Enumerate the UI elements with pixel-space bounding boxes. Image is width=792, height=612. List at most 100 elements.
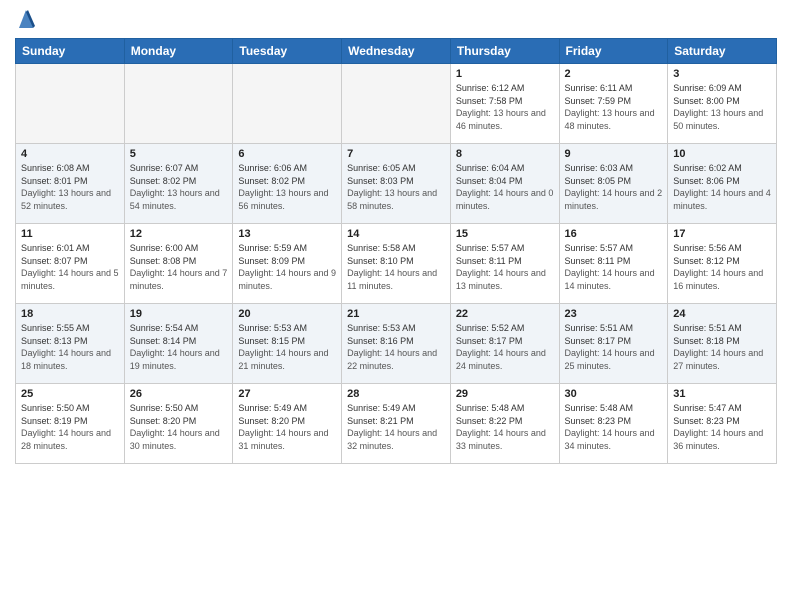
calendar-cell: 24Sunrise: 5:51 AMSunset: 8:18 PMDayligh… xyxy=(668,304,777,384)
day-info: Sunrise: 6:02 AMSunset: 8:06 PMDaylight:… xyxy=(673,162,771,212)
calendar-cell: 15Sunrise: 5:57 AMSunset: 8:11 PMDayligh… xyxy=(450,224,559,304)
day-info: Sunrise: 5:56 AMSunset: 8:12 PMDaylight:… xyxy=(673,242,771,292)
day-number: 29 xyxy=(456,388,554,400)
calendar-cell: 8 Sunrise: 6:04 AMSunset: 8:04 PMDaylight… xyxy=(450,144,559,224)
logo-icon xyxy=(17,8,35,30)
calendar-cell: 11 Sunrise: 6:01 AMSunset: 8:07 PMDayligh… xyxy=(16,224,125,304)
day-number: 18 xyxy=(21,308,119,320)
day-info: Sunrise: 5:53 AMSunset: 8:15 PMDaylight:… xyxy=(238,322,336,372)
calendar-cell: 16 Sunrise: 5:57 AMSunset: 8:11 PMDayligh… xyxy=(559,224,668,304)
day-number: 17 xyxy=(673,228,771,240)
day-number: 7 xyxy=(347,148,445,160)
day-info: Sunrise: 6:03 AMSunset: 8:05 PMDaylight:… xyxy=(565,162,663,212)
day-number: 13 xyxy=(238,228,336,240)
day-info: Sunrise: 5:57 AMSunset: 8:11 PMDaylight:… xyxy=(565,242,663,292)
day-info: Sunrise: 5:47 AMSunset: 8:23 PMDaylight:… xyxy=(673,402,771,452)
calendar-cell: 23 Sunrise: 5:51 AMSunset: 8:17 PMDayligh… xyxy=(559,304,668,384)
calendar-week-4: 18 Sunrise: 5:55 AMSunset: 8:13 PMDayligh… xyxy=(16,304,777,384)
calendar-cell: 14 Sunrise: 5:58 AMSunset: 8:10 PMDayligh… xyxy=(342,224,451,304)
day-number: 11 xyxy=(21,228,119,240)
calendar-cell: 30Sunrise: 5:48 AMSunset: 8:23 PMDayligh… xyxy=(559,384,668,464)
day-number: 6 xyxy=(238,148,336,160)
weekday-header-thursday: Thursday xyxy=(450,39,559,64)
day-number: 31 xyxy=(673,388,771,400)
weekday-header-monday: Monday xyxy=(124,39,233,64)
day-number: 20 xyxy=(238,308,336,320)
calendar-cell xyxy=(124,64,233,144)
calendar-cell: 12Sunrise: 6:00 AMSunset: 8:08 PMDayligh… xyxy=(124,224,233,304)
calendar-cell: 13 Sunrise: 5:59 AMSunset: 8:09 PMDayligh… xyxy=(233,224,342,304)
day-number: 3 xyxy=(673,68,771,80)
day-info: Sunrise: 5:58 AMSunset: 8:10 PMDaylight:… xyxy=(347,242,445,292)
day-info: Sunrise: 6:08 AMSunset: 8:01 PMDaylight:… xyxy=(21,162,119,212)
calendar-week-1: 1 Sunrise: 6:12 AMSunset: 7:58 PMDaylight… xyxy=(16,64,777,144)
day-number: 26 xyxy=(130,388,228,400)
page: SundayMondayTuesdayWednesdayThursdayFrid… xyxy=(0,0,792,612)
day-info: Sunrise: 5:57 AMSunset: 8:11 PMDaylight:… xyxy=(456,242,554,292)
day-number: 19 xyxy=(130,308,228,320)
day-info: Sunrise: 5:51 AMSunset: 8:17 PMDaylight:… xyxy=(565,322,663,372)
calendar-cell: 2 Sunrise: 6:11 AMSunset: 7:59 PMDaylight… xyxy=(559,64,668,144)
weekday-header-friday: Friday xyxy=(559,39,668,64)
day-number: 12 xyxy=(130,228,228,240)
day-number: 5 xyxy=(130,148,228,160)
header xyxy=(15,10,777,30)
day-number: 23 xyxy=(565,308,663,320)
calendar-cell: 31 Sunrise: 5:47 AMSunset: 8:23 PMDayligh… xyxy=(668,384,777,464)
calendar-cell: 1 Sunrise: 6:12 AMSunset: 7:58 PMDaylight… xyxy=(450,64,559,144)
day-info: Sunrise: 5:54 AMSunset: 8:14 PMDaylight:… xyxy=(130,322,228,372)
day-number: 25 xyxy=(21,388,119,400)
day-number: 2 xyxy=(565,68,663,80)
day-number: 24 xyxy=(673,308,771,320)
day-number: 14 xyxy=(347,228,445,240)
day-number: 4 xyxy=(21,148,119,160)
day-number: 21 xyxy=(347,308,445,320)
calendar-cell: 26Sunrise: 5:50 AMSunset: 8:20 PMDayligh… xyxy=(124,384,233,464)
day-number: 28 xyxy=(347,388,445,400)
day-info: Sunrise: 6:12 AMSunset: 7:58 PMDaylight:… xyxy=(456,82,554,132)
calendar-cell: 28 Sunrise: 5:49 AMSunset: 8:21 PMDayligh… xyxy=(342,384,451,464)
day-info: Sunrise: 6:09 AMSunset: 8:00 PMDaylight:… xyxy=(673,82,771,132)
day-info: Sunrise: 5:49 AMSunset: 8:20 PMDaylight:… xyxy=(238,402,336,452)
calendar-week-5: 25 Sunrise: 5:50 AMSunset: 8:19 PMDayligh… xyxy=(16,384,777,464)
day-info: Sunrise: 6:07 AMSunset: 8:02 PMDaylight:… xyxy=(130,162,228,212)
day-info: Sunrise: 6:01 AMSunset: 8:07 PMDaylight:… xyxy=(21,242,119,292)
calendar-cell: 25 Sunrise: 5:50 AMSunset: 8:19 PMDayligh… xyxy=(16,384,125,464)
day-number: 30 xyxy=(565,388,663,400)
calendar-cell: 19 Sunrise: 5:54 AMSunset: 8:14 PMDayligh… xyxy=(124,304,233,384)
calendar-cell: 27 Sunrise: 5:49 AMSunset: 8:20 PMDayligh… xyxy=(233,384,342,464)
calendar-week-3: 11 Sunrise: 6:01 AMSunset: 8:07 PMDayligh… xyxy=(16,224,777,304)
day-info: Sunrise: 6:11 AMSunset: 7:59 PMDaylight:… xyxy=(565,82,663,132)
day-info: Sunrise: 5:50 AMSunset: 8:19 PMDaylight:… xyxy=(21,402,119,452)
weekday-header-tuesday: Tuesday xyxy=(233,39,342,64)
day-info: Sunrise: 6:05 AMSunset: 8:03 PMDaylight:… xyxy=(347,162,445,212)
calendar-cell: 7 Sunrise: 6:05 AMSunset: 8:03 PMDaylight… xyxy=(342,144,451,224)
calendar-cell xyxy=(16,64,125,144)
calendar-cell: 5 Sunrise: 6:07 AMSunset: 8:02 PMDaylight… xyxy=(124,144,233,224)
day-number: 16 xyxy=(565,228,663,240)
calendar-cell: 4 Sunrise: 6:08 AMSunset: 8:01 PMDaylight… xyxy=(16,144,125,224)
day-info: Sunrise: 5:52 AMSunset: 8:17 PMDaylight:… xyxy=(456,322,554,372)
weekday-header-row: SundayMondayTuesdayWednesdayThursdayFrid… xyxy=(16,39,777,64)
day-info: Sunrise: 6:04 AMSunset: 8:04 PMDaylight:… xyxy=(456,162,554,212)
day-number: 27 xyxy=(238,388,336,400)
weekday-header-wednesday: Wednesday xyxy=(342,39,451,64)
day-info: Sunrise: 5:55 AMSunset: 8:13 PMDaylight:… xyxy=(21,322,119,372)
day-info: Sunrise: 5:59 AMSunset: 8:09 PMDaylight:… xyxy=(238,242,336,292)
calendar-table: SundayMondayTuesdayWednesdayThursdayFrid… xyxy=(15,38,777,464)
weekday-header-saturday: Saturday xyxy=(668,39,777,64)
day-number: 9 xyxy=(565,148,663,160)
day-info: Sunrise: 6:06 AMSunset: 8:02 PMDaylight:… xyxy=(238,162,336,212)
calendar-week-2: 4 Sunrise: 6:08 AMSunset: 8:01 PMDaylight… xyxy=(16,144,777,224)
day-info: Sunrise: 5:49 AMSunset: 8:21 PMDaylight:… xyxy=(347,402,445,452)
calendar-cell: 29 Sunrise: 5:48 AMSunset: 8:22 PMDayligh… xyxy=(450,384,559,464)
day-number: 10 xyxy=(673,148,771,160)
logo xyxy=(15,10,35,30)
calendar-cell xyxy=(233,64,342,144)
calendar-cell: 22Sunrise: 5:52 AMSunset: 8:17 PMDayligh… xyxy=(450,304,559,384)
weekday-header-sunday: Sunday xyxy=(16,39,125,64)
day-number: 1 xyxy=(456,68,554,80)
day-info: Sunrise: 5:48 AMSunset: 8:22 PMDaylight:… xyxy=(456,402,554,452)
calendar-cell: 10 Sunrise: 6:02 AMSunset: 8:06 PMDayligh… xyxy=(668,144,777,224)
day-number: 8 xyxy=(456,148,554,160)
